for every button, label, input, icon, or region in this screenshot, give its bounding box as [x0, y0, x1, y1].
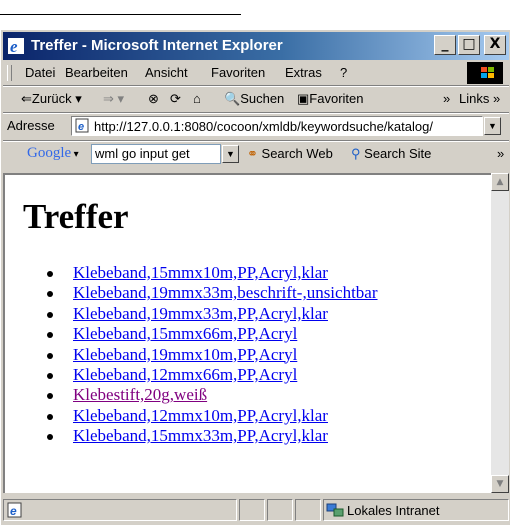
bullet [47, 434, 53, 441]
page-status-icon: e [7, 502, 23, 521]
list-item: Klebeband,12mmx66m,PP,Acryl [47, 365, 378, 385]
address-url: http://127.0.0.1:8080/cocoon/xmldb/keywo… [94, 119, 433, 134]
ie-icon: e [8, 37, 24, 55]
google-search-input[interactable]: wml go input get [91, 144, 221, 164]
result-link-visited[interactable]: Klebestift,20g,weiß [73, 385, 207, 404]
list-item: Klebeband,19mmx33m,PP,Acryl,klar [47, 304, 378, 324]
search-button[interactable]: 🔍Suchen [224, 91, 284, 107]
list-item: Klebestift,20g,weiß [47, 385, 378, 405]
google-logo-text: Google [27, 145, 72, 161]
result-link[interactable]: Klebeband,15mmx33m,PP,Acryl,klar [73, 426, 328, 445]
result-list: Klebeband,15mmx10m,PP,Acryl,klar Klebeba… [5, 263, 378, 447]
result-link[interactable]: Klebeband,15mmx66m,PP,Acryl [73, 324, 297, 343]
result-link[interactable]: Klebeband,19mmx33m,PP,Acryl,klar [73, 304, 328, 323]
menu-help[interactable]: ? [340, 65, 347, 80]
status-pane [267, 499, 293, 521]
forward-button[interactable]: ⇒ ▾ [103, 91, 124, 107]
search-icon: 🔍 [224, 91, 241, 106]
bullet [47, 332, 53, 339]
menu-favoriten[interactable]: Favoriten [211, 65, 265, 80]
address-dropdown-button[interactable]: ▼ [484, 117, 501, 135]
bullet [47, 413, 53, 420]
vertical-scrollbar[interactable]: ▲ ▼ [491, 173, 509, 493]
status-zone-pane: Lokales Intranet [323, 499, 509, 521]
menu-grip[interactable] [7, 65, 12, 81]
status-main-pane: e [3, 499, 237, 521]
zone-label: Lokales Intranet [347, 503, 440, 518]
google-dropdown-button[interactable]: ▼ [222, 145, 239, 163]
window-title: Treffer - Microsoft Internet Explorer [31, 37, 283, 54]
google-toolbar: Google ▾ wml go input get ▼ ⚭ Search Web… [3, 142, 509, 166]
back-label: Zurück [31, 91, 72, 106]
bullet [47, 393, 53, 400]
search-web-button[interactable]: ⚭ Search Web [247, 146, 333, 162]
bullet [47, 291, 53, 298]
menu-datei[interactable]: Datei [25, 65, 55, 80]
scroll-down-button[interactable]: ▼ [491, 475, 509, 493]
title-bar[interactable]: e Treffer - Microsoft Internet Explorer … [3, 32, 509, 60]
intranet-icon [326, 501, 344, 519]
bullet [47, 352, 53, 359]
address-label: Adresse [7, 118, 55, 133]
result-link[interactable]: Klebeband,19mmx33m,beschrift-,unsichtbar [73, 283, 378, 302]
favorites-label: Favoriten [309, 91, 364, 106]
address-bar: Adresse e http://127.0.0.1:8080/cocoon/x… [3, 114, 509, 139]
list-item: Klebeband,19mmx33m,beschrift-,unsichtbar [47, 283, 378, 303]
result-link[interactable]: Klebeband,12mmx66m,PP,Acryl [73, 365, 297, 384]
back-arrow-icon: ⇐ [21, 91, 32, 106]
minimize-button[interactable]: _ [434, 35, 456, 55]
status-pane [239, 499, 265, 521]
page-heading: Treffer [23, 197, 129, 236]
chevron-right-icon[interactable]: » [443, 91, 450, 106]
google-logo[interactable]: Google ▾ [27, 145, 79, 162]
search-label: Suchen [240, 91, 285, 106]
bullet [47, 372, 53, 379]
home-icon[interactable]: ⌂ [193, 91, 201, 106]
menu-bearbeiten[interactable]: Bearbeiten [65, 65, 128, 80]
list-item: Klebeband,12mmx10m,PP,Acryl,klar [47, 406, 378, 426]
result-link[interactable]: Klebeband,15mmx10m,PP,Acryl,klar [73, 263, 328, 282]
back-button[interactable]: ⇐Zurück ▾ [21, 91, 82, 107]
list-item: Klebeband,15mmx33m,PP,Acryl,klar [47, 426, 378, 446]
links-label: Links [459, 91, 490, 106]
bullet [47, 271, 53, 277]
links-button[interactable]: Links » [459, 91, 500, 106]
status-pane [295, 499, 321, 521]
browser-window: e Treffer - Microsoft Internet Explorer … [0, 29, 510, 525]
page-content: Treffer Klebeband,15mmx10m,PP,Acryl,klar… [3, 173, 491, 493]
windows-logo-icon [467, 62, 503, 84]
favorites-icon: ▣ [297, 91, 310, 106]
menu-extras[interactable]: Extras [285, 65, 322, 80]
search-site-label: Search Site [364, 146, 432, 161]
chevron-right-icon[interactable]: » [497, 146, 504, 161]
result-link[interactable]: Klebeband,12mmx10m,PP,Acryl,klar [73, 406, 328, 425]
address-input[interactable]: e http://127.0.0.1:8080/cocoon/xmldb/key… [71, 116, 483, 136]
standard-toolbar: ⇐Zurück ▾ ⇒ ▾ ⊗ ⟳ ⌂ 🔍Suchen ▣Favoriten »… [3, 87, 509, 111]
search-web-label: Search Web [261, 146, 333, 161]
svg-text:e: e [78, 121, 84, 133]
menu-ansicht[interactable]: Ansicht [145, 65, 188, 80]
result-link[interactable]: Klebeband,19mmx10m,PP,Acryl [73, 345, 297, 364]
search-site-button[interactable]: ⚲ Search Site [351, 146, 431, 162]
favorites-button[interactable]: ▣Favoriten [297, 91, 364, 107]
status-bar: e Lokales Intranet [3, 497, 509, 524]
close-button[interactable]: X [484, 35, 506, 55]
menu-bar: Datei Bearbeiten Ansicht Favoriten Extra… [3, 62, 509, 84]
refresh-icon[interactable]: ⟳ [170, 91, 181, 107]
search-site-icon: ⚲ [351, 146, 361, 161]
binoculars-icon: ⚭ [247, 146, 258, 161]
top-rule [0, 14, 241, 15]
svg-text:e: e [10, 504, 17, 518]
page-icon: e [75, 118, 90, 133]
maximize-button[interactable]: □ [458, 35, 480, 55]
svg-text:e: e [10, 37, 18, 55]
list-item: Klebeband,19mmx10m,PP,Acryl [47, 345, 378, 365]
list-item: Klebeband,15mmx66m,PP,Acryl [47, 324, 378, 344]
stop-icon[interactable]: ⊗ [148, 91, 159, 107]
list-item: Klebeband,15mmx10m,PP,Acryl,klar [47, 263, 378, 283]
scroll-up-button[interactable]: ▲ [491, 173, 509, 191]
bullet [47, 311, 53, 318]
